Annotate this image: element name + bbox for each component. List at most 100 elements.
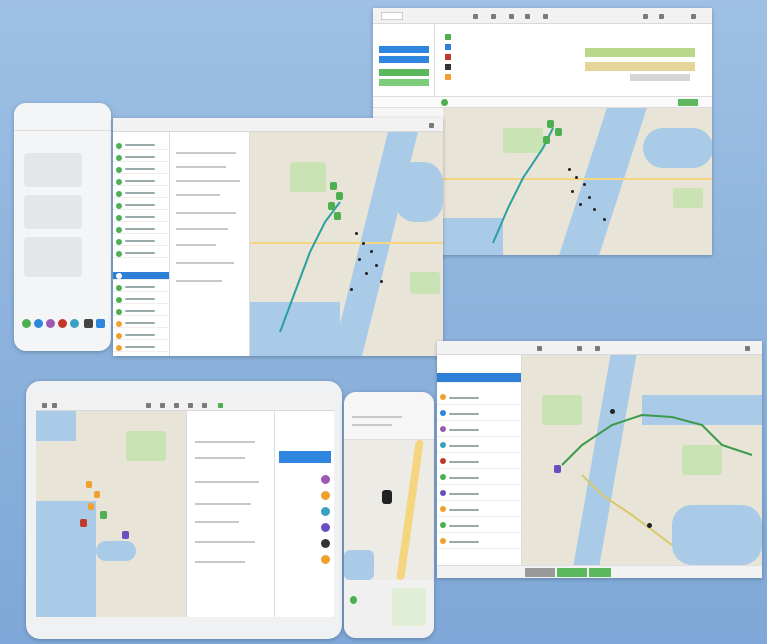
vehicle-pin-icon[interactable]	[382, 490, 392, 504]
toolbar-icon[interactable]	[543, 14, 548, 19]
map-pin-icon[interactable]	[350, 288, 353, 291]
toolbar-icon[interactable]	[429, 123, 434, 128]
list-item[interactable]	[113, 332, 169, 340]
map-pin-icon[interactable]	[568, 168, 571, 171]
search-input[interactable]	[381, 12, 403, 20]
list-item[interactable]	[113, 284, 169, 292]
top-right-map[interactable]	[443, 108, 712, 255]
bottom-right-map[interactable]	[522, 355, 762, 565]
list-item[interactable]	[437, 439, 521, 453]
map-pin-icon[interactable]	[547, 120, 554, 128]
list-item-selected[interactable]	[113, 272, 169, 280]
toolbar-icon[interactable]	[52, 403, 57, 408]
list-item[interactable]	[437, 455, 521, 469]
map-pin-icon[interactable]	[571, 190, 574, 193]
map-pin-icon[interactable]	[579, 203, 582, 206]
map-pin-icon[interactable]	[583, 183, 586, 186]
menu-button[interactable]	[379, 79, 429, 86]
list-item[interactable]	[113, 238, 169, 246]
list-item[interactable]	[113, 166, 169, 174]
map-pin-icon[interactable]	[362, 242, 365, 245]
map-pin-icon[interactable]	[555, 128, 562, 136]
list-item[interactable]	[113, 214, 169, 222]
toolbar-icon[interactable]	[525, 14, 530, 19]
toolbar-icon[interactable]	[595, 346, 600, 351]
list-item[interactable]	[113, 202, 169, 210]
toolbar-icon[interactable]	[577, 346, 582, 351]
toolbar-icon[interactable]	[745, 346, 750, 351]
app-icon[interactable]	[46, 319, 55, 328]
map-pin-icon[interactable]	[647, 523, 652, 528]
map-pin-icon[interactable]	[355, 232, 358, 235]
map-pin-icon[interactable]	[603, 218, 606, 221]
middle-map[interactable]	[250, 132, 443, 356]
phone-map[interactable]	[344, 440, 434, 580]
map-pin-icon[interactable]	[88, 503, 94, 510]
app-icon[interactable]	[22, 319, 31, 328]
toolbar-icon[interactable]	[146, 403, 151, 408]
map-pin-icon[interactable]	[336, 192, 343, 200]
map-pin-icon[interactable]	[370, 250, 373, 253]
list-item-selected[interactable]	[437, 373, 521, 383]
map-pin-icon[interactable]	[358, 258, 361, 261]
map-pin-icon[interactable]	[588, 196, 591, 199]
toolbar-icon[interactable]	[160, 403, 165, 408]
list-item[interactable]	[437, 519, 521, 533]
footer-button[interactable]	[589, 568, 611, 577]
toolbar-icon[interactable]	[202, 403, 207, 408]
app-icon[interactable]	[96, 319, 105, 328]
map-pin-icon[interactable]	[593, 208, 596, 211]
toolbar-icon[interactable]	[643, 14, 648, 19]
toolbar-icon[interactable]	[42, 403, 47, 408]
list-header-button[interactable]	[279, 451, 331, 463]
list-item[interactable]	[113, 178, 169, 186]
list-item[interactable]	[113, 308, 169, 316]
map-pin-icon[interactable]	[94, 491, 100, 498]
list-item[interactable]	[113, 142, 169, 150]
list-item[interactable]	[437, 535, 521, 549]
list-item[interactable]	[437, 423, 521, 437]
menu-button[interactable]	[379, 56, 429, 63]
footer-button[interactable]	[557, 568, 587, 577]
action-button[interactable]	[678, 99, 698, 106]
map-pin-icon[interactable]	[375, 264, 378, 267]
toolbar-icon[interactable]	[691, 14, 696, 19]
list-item[interactable]	[113, 154, 169, 162]
tablet-map[interactable]	[36, 411, 186, 617]
list-item[interactable]	[113, 320, 169, 328]
app-icon[interactable]	[84, 319, 93, 328]
map-pin-icon[interactable]	[575, 176, 578, 179]
list-item[interactable]	[437, 471, 521, 485]
toolbar-icon[interactable]	[509, 14, 514, 19]
map-pin-icon[interactable]	[86, 481, 92, 488]
list-item[interactable]	[113, 250, 169, 258]
map-pin-icon[interactable]	[365, 272, 368, 275]
list-item[interactable]	[113, 226, 169, 234]
map-pin-icon[interactable]	[554, 465, 561, 473]
map-pin-icon[interactable]	[330, 182, 337, 190]
toolbar-icon[interactable]	[491, 14, 496, 19]
toolbar-icon[interactable]	[188, 403, 193, 408]
map-pin-icon[interactable]	[334, 212, 341, 220]
app-icon[interactable]	[58, 319, 67, 328]
map-pin-icon[interactable]	[610, 409, 615, 414]
app-icon[interactable]	[70, 319, 79, 328]
toolbar-icon[interactable]	[473, 14, 478, 19]
map-pin-icon[interactable]	[543, 136, 550, 144]
list-item[interactable]	[437, 391, 521, 405]
app-icon[interactable]	[34, 319, 43, 328]
footer-button[interactable]	[525, 568, 555, 577]
menu-button[interactable]	[379, 69, 429, 76]
map-pin-icon[interactable]	[80, 519, 87, 527]
list-item[interactable]	[113, 344, 169, 352]
list-item[interactable]	[437, 503, 521, 517]
toolbar-icon[interactable]	[537, 346, 542, 351]
map-pin-icon[interactable]	[122, 531, 129, 539]
list-item[interactable]	[113, 190, 169, 198]
list-item[interactable]	[437, 487, 521, 501]
list-item[interactable]	[113, 296, 169, 304]
map-pin-icon[interactable]	[380, 280, 383, 283]
toolbar-icon[interactable]	[659, 14, 664, 19]
list-item[interactable]	[437, 407, 521, 421]
map-pin-icon[interactable]	[328, 202, 335, 210]
